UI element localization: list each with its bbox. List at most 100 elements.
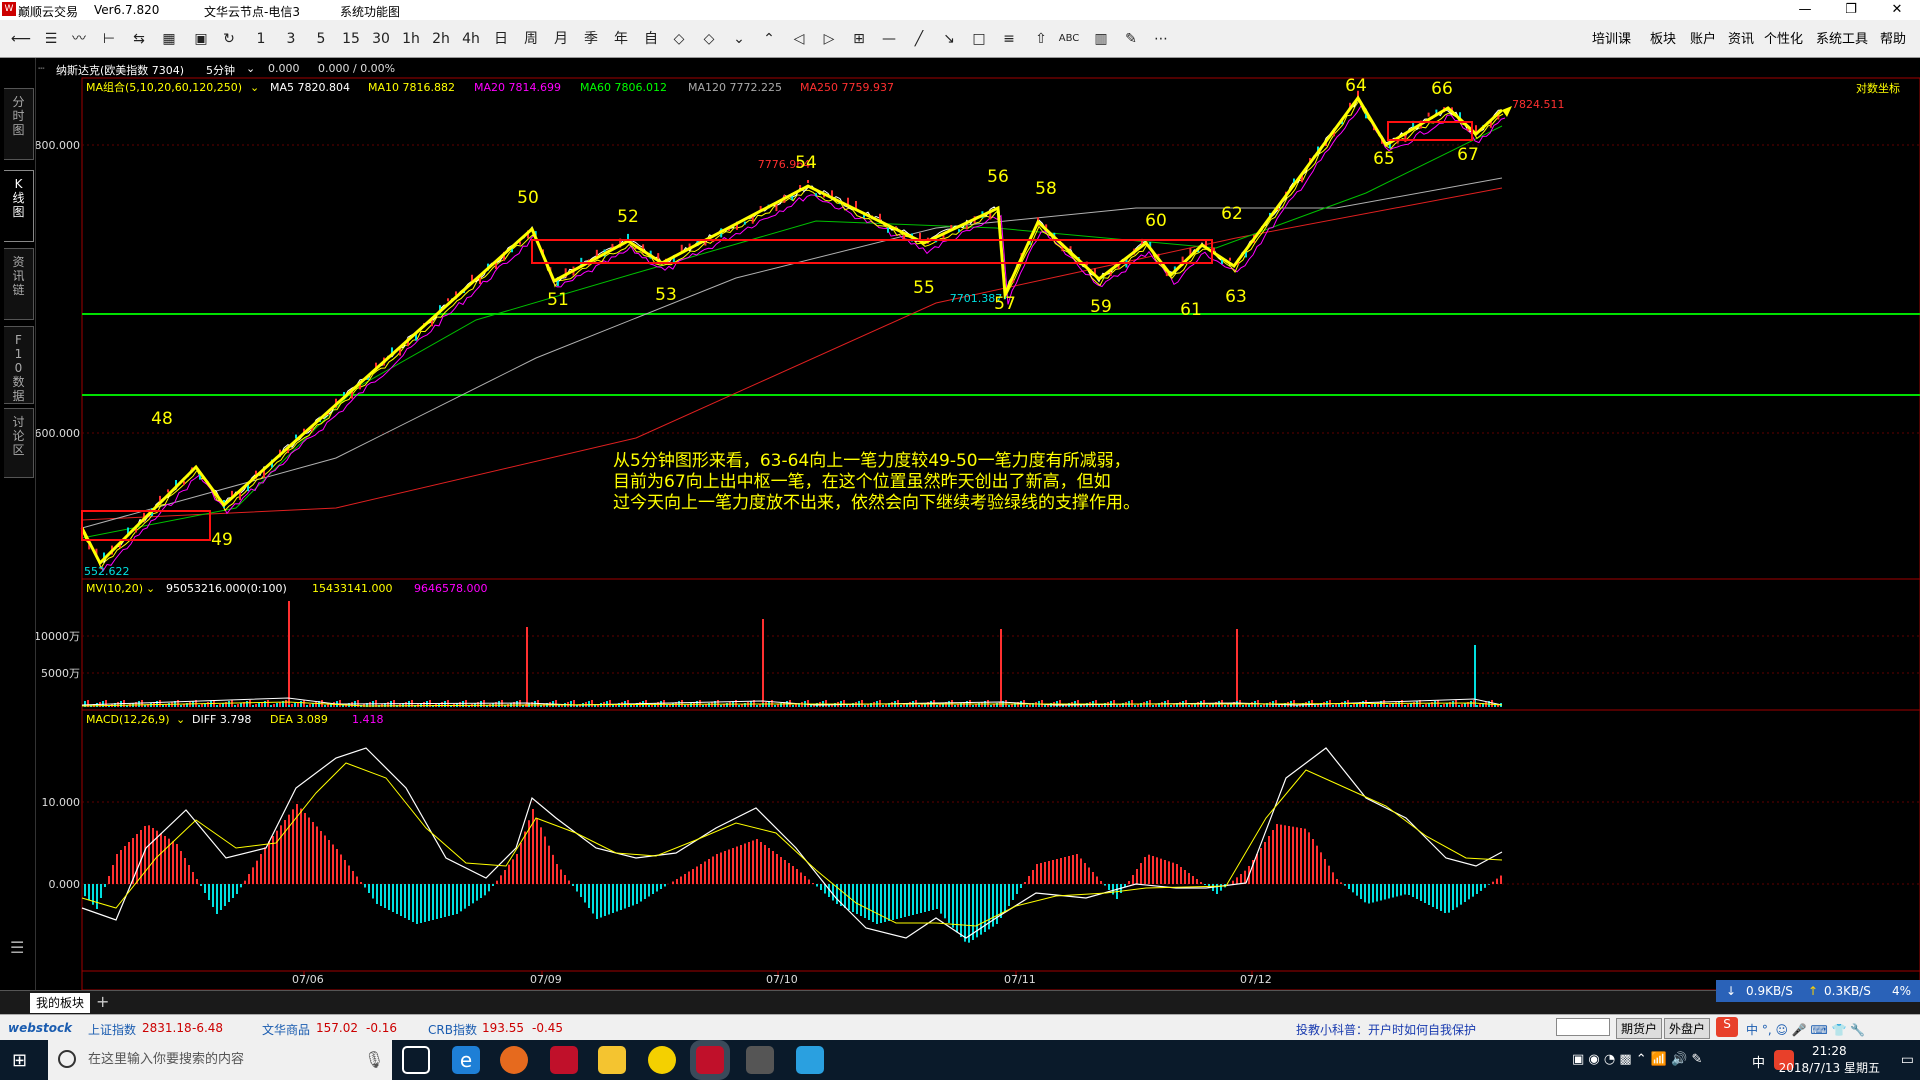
fill-icon[interactable]: ▥ [1090, 27, 1112, 51]
hline-icon[interactable]: — [878, 27, 900, 51]
layout-icon[interactable]: ⊞ [848, 27, 870, 51]
app-blue-icon[interactable] [796, 1046, 824, 1074]
period-button-13[interactable]: 自 [640, 27, 662, 51]
period-button-9[interactable]: 周 [520, 27, 542, 51]
side-tab-2[interactable]: 资讯链 [4, 248, 34, 320]
taskbar-search[interactable]: 在这里输入你要搜索的内容 [48, 1040, 392, 1080]
list-icon[interactable]: ☰ [40, 27, 62, 51]
zoom-in-icon[interactable]: ◇ [698, 27, 720, 51]
cortana-icon[interactable] [58, 1050, 76, 1068]
macd-bar [444, 884, 446, 917]
period-button-2[interactable]: 5 [310, 27, 332, 51]
period-button-12[interactable]: 年 [610, 27, 632, 51]
minimize-icon[interactable]: — [1782, 0, 1828, 20]
period-button-6[interactable]: 2h [430, 27, 452, 51]
period-button-1[interactable]: 3 [280, 27, 302, 51]
add-tab-icon[interactable]: + [96, 992, 109, 1011]
calculator-icon[interactable] [746, 1046, 774, 1074]
menu-1[interactable]: 板块 [1650, 28, 1676, 47]
ime-indicator[interactable]: 中 [1752, 1052, 1765, 1071]
period-button-3[interactable]: 15 [340, 27, 362, 51]
period-button-10[interactable]: 月 [550, 27, 572, 51]
refresh-icon[interactable]: ↻ [218, 27, 240, 51]
tab-my-block[interactable]: 我的板块 [30, 993, 91, 1013]
close-icon[interactable]: ✕ [1874, 0, 1920, 20]
menu-lines-icon[interactable]: ☰ [10, 938, 24, 957]
side-tab-3[interactable]: F10数据 [4, 326, 34, 404]
candle [903, 234, 905, 240]
code-input[interactable] [1556, 1018, 1610, 1036]
macd-bar [84, 884, 86, 897]
text-tool-icon[interactable]: ABC [1058, 27, 1080, 51]
macd-bar [192, 872, 194, 884]
macd-bar [508, 864, 510, 884]
app-red-icon[interactable] [550, 1046, 578, 1074]
volume-bar [570, 701, 572, 707]
more-icon[interactable]: ⋯ [1150, 27, 1172, 51]
side-tab-4[interactable]: 讨论区 [4, 408, 34, 478]
channel-icon[interactable]: ≡ [998, 27, 1020, 51]
notification-icon[interactable]: ▭ [1901, 1052, 1914, 1068]
back-icon[interactable]: ⟵ [10, 27, 32, 51]
period-button-11[interactable]: 季 [580, 27, 602, 51]
tray-icons[interactable]: ▣ ◉ ◔ ▩ ⌃ 📶 🔊 ✎ [1572, 1052, 1702, 1067]
up-arrow-icon[interactable]: ⇧ [1030, 27, 1052, 51]
menu-3[interactable]: 资讯 [1728, 28, 1754, 47]
chevron-up-icon[interactable]: ⌃ [758, 27, 780, 51]
macd-bar [816, 884, 818, 887]
tip-link[interactable]: 投教小科普：开户时如何自我保护 [1296, 1021, 1476, 1038]
system-menu[interactable]: 系统功能图 [340, 3, 400, 20]
rect-icon[interactable]: □ [968, 27, 990, 51]
period-button-5[interactable]: 1h [400, 27, 422, 51]
macd-bar [1364, 884, 1366, 903]
microphone-icon[interactable]: 🎙 [364, 1050, 384, 1069]
volume-bar [1188, 705, 1190, 707]
macd-bar [240, 884, 242, 888]
save-icon[interactable]: ▣ [190, 27, 212, 51]
macd-bar [1056, 859, 1058, 884]
clock[interactable]: 21:28 2018/7/13 星期五 [1779, 1043, 1880, 1077]
split-icon[interactable]: ⊢ [98, 27, 120, 51]
sogou-icon[interactable]: S [1716, 1017, 1738, 1037]
period-button-8[interactable]: 日 [490, 27, 512, 51]
trendline-icon[interactable]: ╱ [908, 27, 930, 51]
menu-2[interactable]: 账户 [1690, 28, 1716, 47]
macd-bar [1008, 884, 1010, 906]
period-button-4[interactable]: 30 [370, 27, 392, 51]
edge-icon[interactable]: e [452, 1046, 480, 1074]
app-orange-icon[interactable] [500, 1046, 528, 1074]
volume-bar [591, 700, 593, 707]
grid-icon[interactable]: ▦ [158, 27, 180, 51]
menu-5[interactable]: 系统工具 [1816, 28, 1868, 47]
macd-bar [1472, 884, 1474, 897]
arrow-right-icon[interactable]: ▷ [818, 27, 840, 51]
compare-icon[interactable]: ⇆ [128, 27, 150, 51]
task-view-icon[interactable] [402, 1046, 430, 1074]
chevron-down-icon[interactable]: ⌄ [728, 27, 750, 51]
app-yellow-icon[interactable] [648, 1046, 676, 1074]
eraser-icon[interactable]: ✎ [1120, 27, 1142, 51]
period-button-0[interactable]: 1 [250, 27, 272, 51]
side-tab-1[interactable]: K线图 [4, 170, 34, 242]
chart-line-icon[interactable]: 〰 [68, 27, 90, 51]
menu-0[interactable]: 培训课 [1592, 28, 1631, 47]
macd-bar [1216, 884, 1218, 894]
volume-bar [1407, 704, 1409, 707]
file-explorer-icon[interactable] [598, 1046, 626, 1074]
arrow-line-icon[interactable]: ↘ [938, 27, 960, 51]
volume-bar [1389, 704, 1391, 707]
arrow-left-icon[interactable]: ◁ [788, 27, 810, 51]
kline-chart[interactable]: 7800.000 7600.000 10000万 5000万 10.000 0.000 MA… [36, 58, 1920, 990]
wenhua-app-icon[interactable] [696, 1046, 724, 1074]
ime-icons[interactable]: 中 °, ☺ 🎤 ⌨ 👕 🔧 [1746, 1021, 1865, 1038]
futures-account-button[interactable]: 期货户 [1616, 1018, 1663, 1039]
zoom-out-icon[interactable]: ◇ [668, 27, 690, 51]
period-button-7[interactable]: 4h [460, 27, 482, 51]
chevron-down-icon: ⌄ [146, 582, 155, 595]
side-tab-0[interactable]: 分时图 [4, 88, 34, 160]
windows-start-icon[interactable]: ⊞ [12, 1050, 27, 1071]
menu-4[interactable]: 个性化 [1764, 28, 1803, 47]
menu-6[interactable]: 帮助 [1880, 28, 1906, 47]
restore-icon[interactable]: ❐ [1828, 0, 1874, 20]
foreign-account-button[interactable]: 外盘户 [1664, 1018, 1711, 1039]
